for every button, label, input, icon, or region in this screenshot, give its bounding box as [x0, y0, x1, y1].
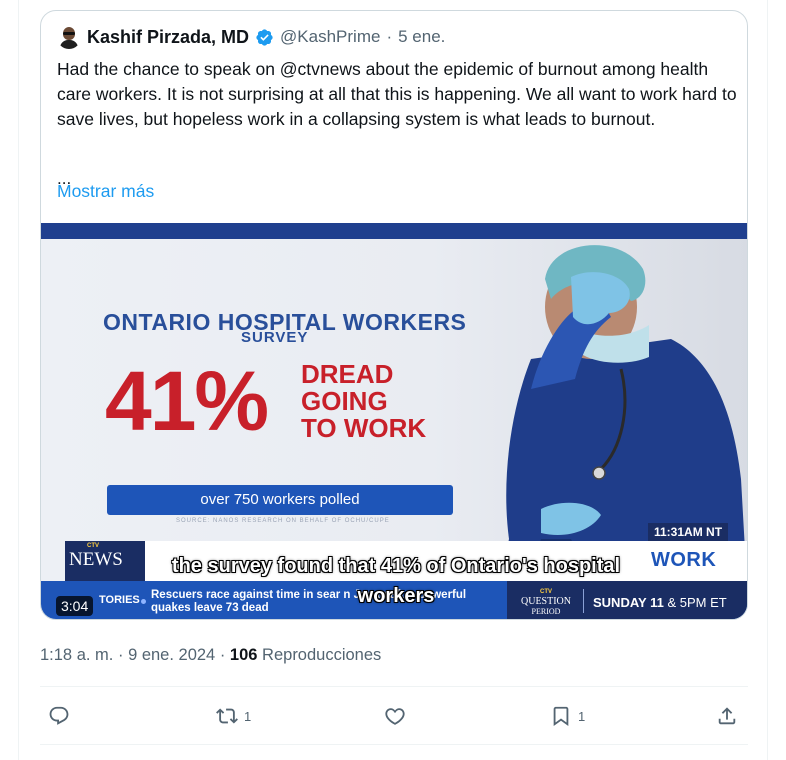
avatar[interactable] [57, 25, 81, 49]
video-caption: the survey found that 41% of Ontario's h… [111, 551, 681, 611]
tweet-text: Had the chance to speak on @ctvnews abou… [57, 59, 737, 129]
reply-icon [49, 706, 69, 725]
broadcast-time: 11:31AM NT [648, 523, 729, 541]
survey-statement-line: DREAD [301, 359, 394, 389]
meta-separator: · [219, 646, 226, 664]
author-name[interactable]: Kashif Pirzada, MD [87, 27, 249, 48]
share-button[interactable] [716, 704, 738, 728]
caption-line: workers [357, 585, 435, 607]
action-bar: 1 1 [40, 700, 748, 732]
video-top-bar [41, 223, 747, 239]
bookmark-icon [553, 706, 569, 727]
show-more-link[interactable]: Mostrar más [57, 181, 154, 202]
meta-separator: · [117, 646, 124, 664]
caption-line: the survey found that 41% of Ontario's h… [171, 555, 621, 577]
polled-banner: over 750 workers polled [107, 485, 453, 515]
tweet-header: Kashif Pirzada, MD @KashPrime · 5 ene. [57, 25, 445, 49]
bookmark-count: 1 [578, 708, 586, 724]
retweet-icon [216, 708, 238, 724]
survey-subtitle: SURVEY [241, 329, 309, 346]
source-credit: SOURCE: NANOS RESEARCH ON BEHALF OF OCHU… [176, 518, 390, 524]
survey-statement-line: GOING [301, 386, 388, 416]
views-label: Reproducciones [262, 646, 382, 664]
retweet-button[interactable]: 1 [216, 704, 251, 728]
tweet-time[interactable]: 1:18 a. m. [40, 646, 113, 664]
tweet-full-date[interactable]: 9 ene. 2024 [128, 646, 215, 664]
author-handle[interactable]: @KashPrime [280, 27, 380, 47]
video-duration: 3:04 [56, 596, 94, 616]
tweet-meta: 1:18 a. m. · 9 ene. 2024 · 106 Reproducc… [40, 646, 381, 665]
separator: · [386, 27, 393, 46]
verified-badge-icon [256, 28, 273, 46]
share-icon [718, 707, 736, 725]
promo-pm: PM ET [686, 595, 727, 610]
views-count: 106 [229, 646, 258, 664]
divider [40, 686, 748, 687]
retweet-count: 1 [244, 708, 252, 724]
like-button[interactable] [384, 704, 412, 728]
divider [40, 744, 748, 745]
survey-percentage: 41% [105, 354, 269, 448]
video-player[interactable]: ONTARIO HOSPITAL WORKERS SURVEY 41% DREA… [41, 223, 747, 619]
heart-icon [385, 708, 405, 725]
tweet-card[interactable]: Kashif Pirzada, MD @KashPrime · 5 ene. H… [40, 10, 748, 620]
bookmark-button[interactable]: 1 [550, 704, 585, 728]
survey-statement: DREAD GOING TO WORK [301, 361, 426, 442]
tweet-date[interactable]: 5 ene. [398, 27, 445, 47]
survey-statement-line: TO WORK [301, 413, 427, 443]
reply-button[interactable] [48, 704, 76, 728]
